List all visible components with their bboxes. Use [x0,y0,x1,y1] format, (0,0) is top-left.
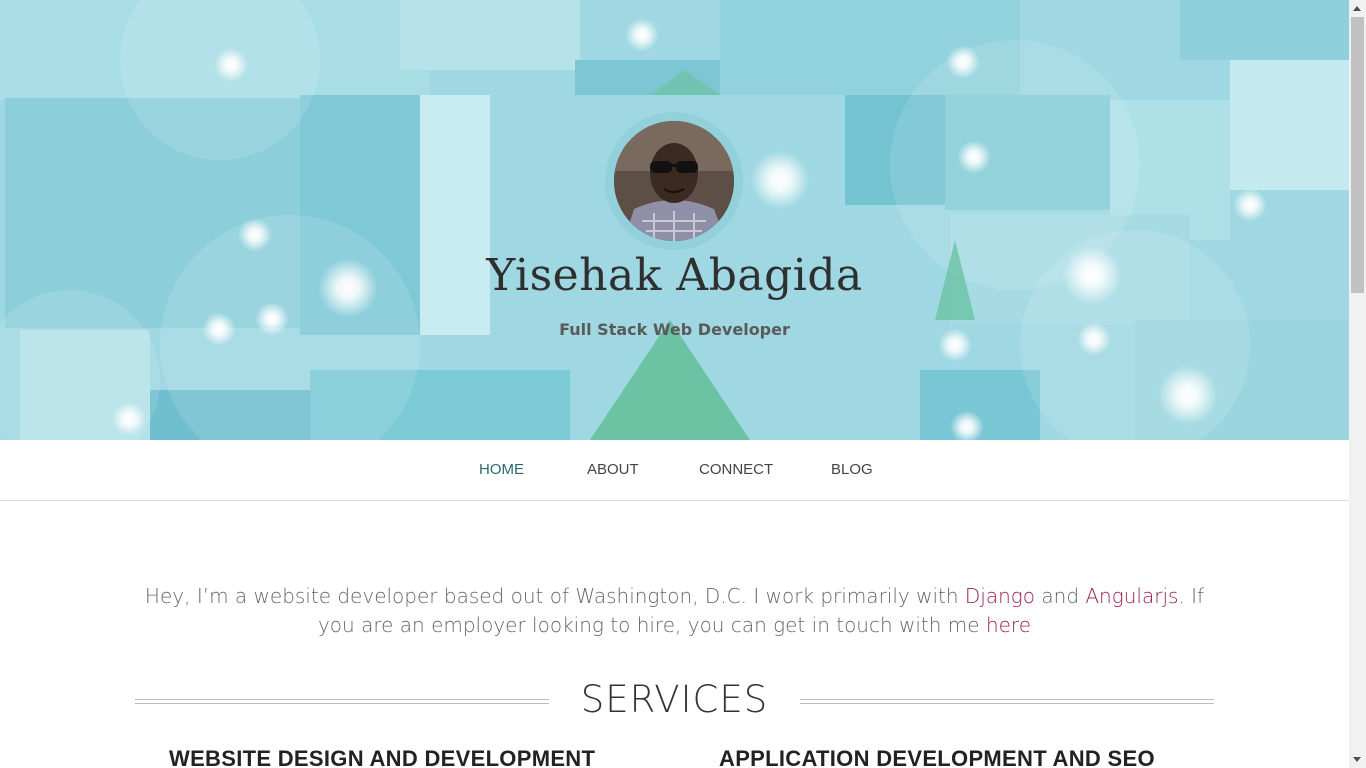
sparkle-icon [214,48,248,82]
hero-banner: Yisehak Abagida Full Stack Web Developer [0,0,1349,440]
background-shape [400,0,580,70]
arrow-up-icon [1353,6,1361,11]
background-shape [1180,0,1349,60]
arrow-down-icon [1353,757,1361,762]
contact-here-link[interactable]: here [986,613,1031,637]
scroll-up-button[interactable] [1349,0,1366,17]
sparkle-icon [1158,365,1218,425]
sparkle-icon [1233,188,1267,222]
sparkle-icon [946,45,980,79]
sparkle-icon [750,150,810,210]
background-triangle [650,70,720,95]
nav-item-about[interactable]: ABOUT [587,461,639,478]
vertical-scrollbar[interactable] [1349,0,1366,768]
main-nav: HOME ABOUT CONNECT BLOG [0,440,1349,501]
intro-text: and [1035,584,1086,608]
services-heading: SERVICES [580,678,769,721]
sparkle-icon [112,402,146,436]
page: Yisehak Abagida Full Stack Web Developer… [0,0,1349,768]
profile-photo-icon [614,121,734,241]
scrollbar-thumb[interactable] [1351,17,1364,293]
nav-item-blog[interactable]: BLOG [831,461,873,478]
scroll-down-button[interactable] [1349,751,1366,768]
site-tagline: Full Stack Web Developer [559,320,790,339]
django-link[interactable]: Django [965,584,1035,608]
nav-item-connect[interactable]: CONNECT [699,461,773,478]
avatar [614,121,734,241]
nav-list: HOME ABOUT CONNECT BLOG [0,440,1349,500]
sparkle-icon [950,410,984,440]
sparkle-icon [957,140,991,174]
background-shape [1230,60,1349,190]
intro-paragraph: Hey, I’m a website developer based out o… [140,582,1209,640]
intro-text: Hey, I’m a website developer based out o… [144,584,965,608]
sparkle-icon [625,18,659,52]
sparkle-icon [238,218,272,252]
nav-item-home[interactable]: HOME [479,461,524,478]
service-title: APPLICATION DEVELOPMENT AND SEO [719,746,1155,768]
angularjs-link[interactable]: Angularjs [1085,584,1178,608]
service-title: WEBSITE DESIGN AND DEVELOPMENT [169,746,596,768]
site-title: Yisehak Abagida [486,250,863,301]
